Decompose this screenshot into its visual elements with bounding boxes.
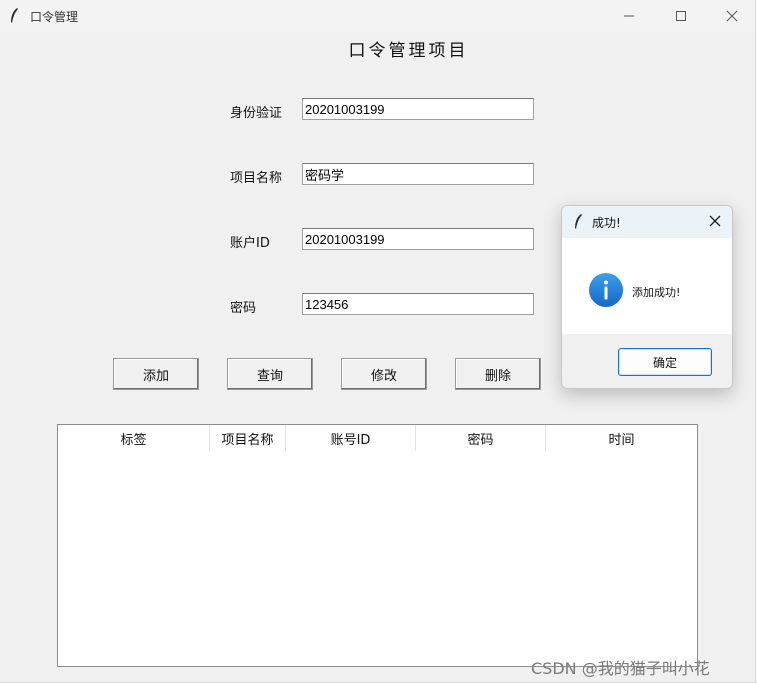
- project-name-input[interactable]: [302, 163, 534, 185]
- column-header-project-name[interactable]: 项目名称: [210, 425, 286, 451]
- column-header-password[interactable]: 密码: [416, 425, 546, 451]
- password-label: 密码: [230, 301, 257, 316]
- column-header-tag[interactable]: 标签: [58, 425, 210, 451]
- watermark: CSDN @我的猫子叫小花: [531, 659, 710, 678]
- window-title: 口令管理: [30, 10, 79, 24]
- table-header: 标签 项目名称 账号ID 密码 时间: [58, 425, 697, 451]
- account-id-label: 账户ID: [230, 236, 270, 251]
- query-button[interactable]: 查询: [227, 358, 313, 390]
- maximize-icon: [676, 11, 686, 21]
- feather-icon: [11, 8, 18, 23]
- info-icon: [589, 273, 623, 307]
- close-button[interactable]: [709, 0, 755, 32]
- minimize-button[interactable]: [606, 0, 652, 32]
- dialog-title: 成功!: [592, 216, 621, 230]
- minimize-icon: [624, 15, 634, 17]
- project-name-label: 项目名称: [230, 171, 283, 186]
- identity-label: 身份验证: [230, 106, 283, 121]
- dialog-close-icon[interactable]: [708, 214, 722, 228]
- modify-button[interactable]: 修改: [341, 358, 427, 390]
- title-bar[interactable]: 口令管理: [0, 0, 755, 32]
- close-icon: [726, 10, 738, 22]
- password-input[interactable]: [302, 293, 534, 315]
- records-table[interactable]: 标签 项目名称 账号ID 密码 时间: [57, 424, 698, 667]
- success-dialog: 成功! 添加成功! 确定: [561, 205, 733, 389]
- account-id-input[interactable]: [302, 228, 534, 250]
- dialog-title-bar[interactable]: 成功!: [562, 206, 732, 238]
- identity-input[interactable]: [302, 98, 534, 120]
- page-title: 口令管理项目: [348, 41, 469, 61]
- dialog-message: 添加成功!: [632, 286, 681, 299]
- feather-icon: [575, 214, 582, 229]
- delete-button[interactable]: 删除: [455, 358, 541, 390]
- column-header-account-id[interactable]: 账号ID: [286, 425, 416, 451]
- add-button[interactable]: 添加: [113, 358, 199, 390]
- ok-button[interactable]: 确定: [618, 348, 712, 376]
- column-header-time[interactable]: 时间: [546, 425, 697, 451]
- maximize-button[interactable]: [658, 0, 704, 32]
- dialog-body: 添加成功!: [562, 238, 732, 334]
